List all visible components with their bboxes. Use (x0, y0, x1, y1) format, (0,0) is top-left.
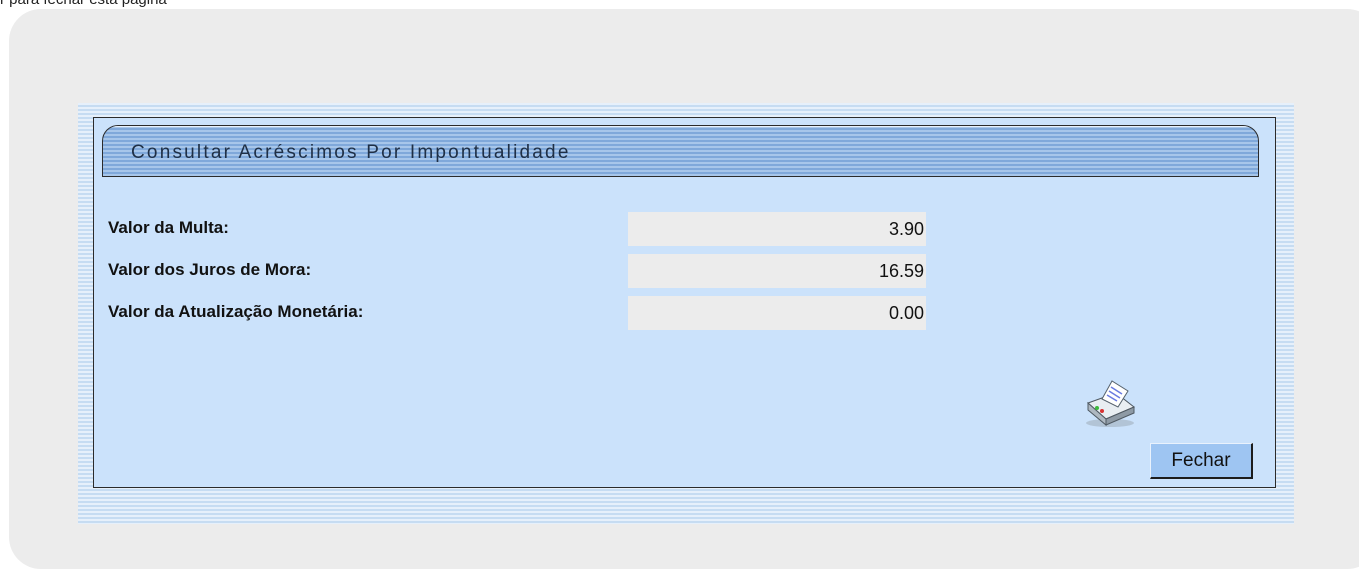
panel-title: Consultar Acréscimos Por Impontualidade (131, 142, 571, 163)
label-valor-juros-mora: Valor dos Juros de Mora: (108, 260, 312, 279)
page-caption: r para fechar esta página (0, 0, 167, 9)
label-valor-multa: Valor da Multa: (108, 218, 229, 237)
printer-icon[interactable] (1082, 379, 1138, 429)
value-valor-atualizacao-monetaria: 0.00 (628, 296, 926, 330)
panel-title-tab: Consultar Acréscimos Por Impontualidade (102, 125, 1259, 177)
label-valor-atualizacao-monetaria: Valor da Atualização Monetária: (108, 302, 364, 321)
close-button[interactable]: Fechar (1150, 443, 1253, 479)
value-valor-juros-mora: 16.59 (628, 254, 926, 288)
value-valor-multa: 3.90 (628, 212, 926, 246)
